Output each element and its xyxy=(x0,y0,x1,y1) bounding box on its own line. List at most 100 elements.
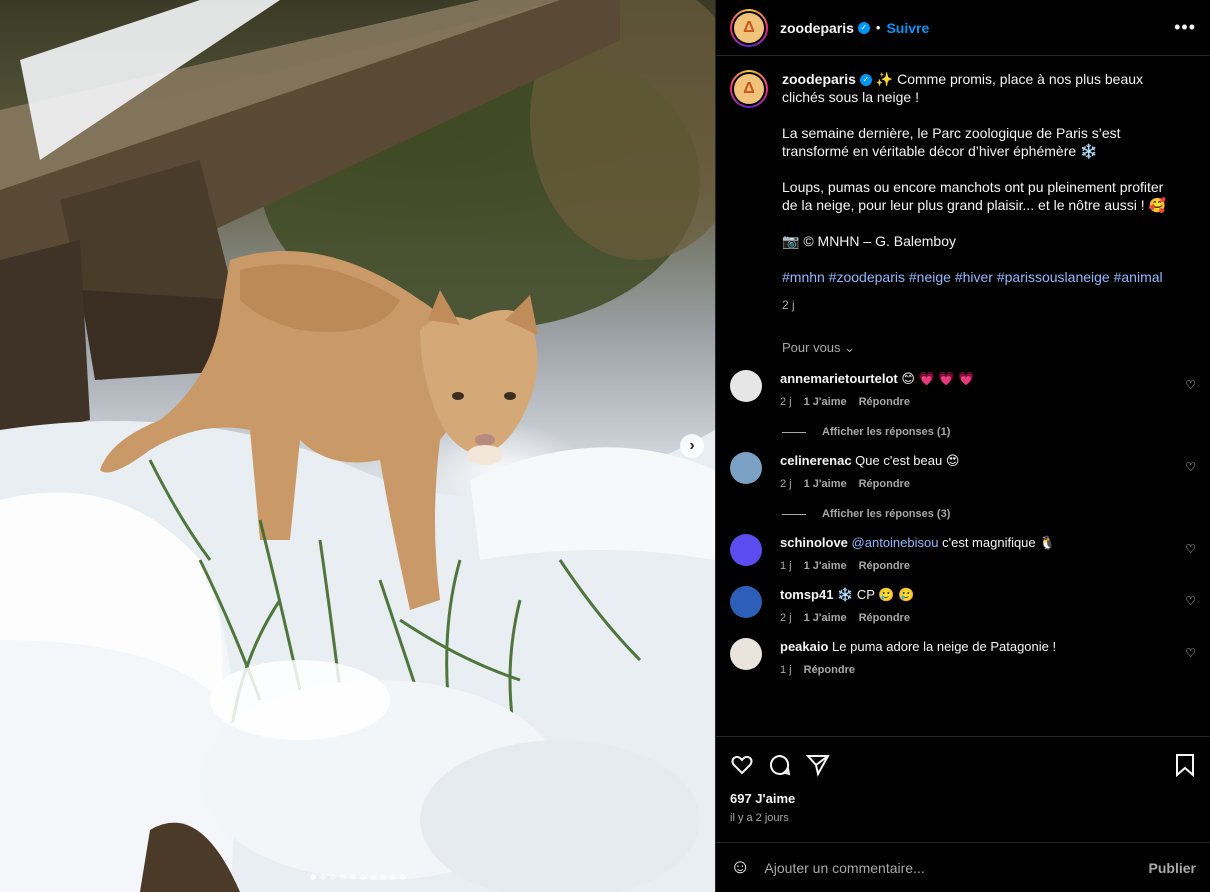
likes-count[interactable]: 697 J'aime xyxy=(730,791,1196,806)
comment-likes[interactable]: 1 J'aime xyxy=(804,612,847,624)
comment-text: ❄️ CP 🥲 🥲 xyxy=(837,587,915,602)
comment-username[interactable]: annemarietourtelot xyxy=(780,371,898,386)
verified-badge-icon: ✓ xyxy=(859,74,872,87)
post-header: Δ zoodeparis ✓ • Suivre ••• xyxy=(716,0,1210,56)
caption-hashtags: #mnhn #zoodeparis #neige #hiver #parisso… xyxy=(782,268,1182,286)
comment-time: 2 j xyxy=(780,396,792,408)
profile-avatar[interactable]: Δ xyxy=(730,8,768,47)
post-actions: 697 J'aime il y a 2 jours xyxy=(716,736,1210,842)
carousel-indicators xyxy=(0,874,715,880)
hashtag-link[interactable]: #parissouslaneige xyxy=(997,269,1110,285)
caption-username[interactable]: zoodeparis xyxy=(782,71,856,87)
hashtag-link[interactable]: #zoodeparis xyxy=(829,269,905,285)
more-options-icon[interactable]: ••• xyxy=(1174,17,1196,38)
comment-like-heart-icon[interactable]: ♡ xyxy=(1185,460,1196,474)
comment-like-heart-icon[interactable]: ♡ xyxy=(1185,594,1196,608)
zoo-logo-icon: Δ xyxy=(734,12,764,43)
comment-username[interactable]: peakaio xyxy=(780,639,828,654)
comment-input[interactable] xyxy=(764,859,1149,876)
carousel-dot xyxy=(309,874,316,880)
carousel-dot xyxy=(339,874,346,880)
hashtag-link[interactable]: #neige xyxy=(909,269,951,285)
carousel-dot xyxy=(329,874,336,880)
publish-button[interactable]: Publier xyxy=(1149,860,1196,876)
sort-dropdown[interactable]: Pour vous ⌄ xyxy=(782,340,1196,356)
comment-username[interactable]: schinolove xyxy=(780,535,848,550)
commenter-avatar[interactable] xyxy=(730,534,762,566)
post-modal: › Δ zoodeparis ✓ • Suivre ••• Δ zoodepar… xyxy=(0,0,1210,892)
comment-like-heart-icon[interactable]: ♡ xyxy=(1185,378,1196,392)
hashtag-link[interactable]: #mnhn xyxy=(782,269,825,285)
caption-line-4: 📷 © MNHN – G. Balemboy xyxy=(782,233,957,249)
commenter-avatar[interactable] xyxy=(730,452,762,484)
reply-button[interactable]: Répondre xyxy=(859,612,910,624)
view-replies-button[interactable]: Afficher les réponses (1) xyxy=(782,426,1196,438)
carousel-dot xyxy=(389,874,396,880)
comment-item: schinolove @antoinebisou c'est magnifiqu… xyxy=(730,534,1196,572)
comment-text: Que c'est beau 😍 xyxy=(855,453,960,468)
comment-time: 2 j xyxy=(780,478,792,490)
comment-time: 1 j xyxy=(780,560,792,572)
add-comment-bar: ☺ Publier xyxy=(716,842,1210,892)
view-replies-button[interactable]: Afficher les réponses (3) xyxy=(782,508,1196,520)
like-heart-icon[interactable] xyxy=(730,753,754,777)
commenter-avatar[interactable] xyxy=(730,586,762,618)
hashtag-link[interactable]: #hiver xyxy=(955,269,993,285)
comment-username[interactable]: tomsp41 xyxy=(780,587,833,602)
chevron-down-icon: ⌄ xyxy=(844,340,856,355)
comment-group: annemarietourtelot 😊 💗 💗 💗 2 j 1 J'aime … xyxy=(730,370,1196,438)
sort-label: Pour vous xyxy=(782,340,841,355)
puma-snow-photo xyxy=(0,0,715,892)
zoo-logo-icon: Δ xyxy=(734,74,764,104)
header-username[interactable]: zoodeparis xyxy=(780,20,854,36)
comment-time: 2 j xyxy=(780,612,792,624)
commenter-avatar[interactable] xyxy=(730,638,762,670)
comment-likes[interactable]: 1 J'aime xyxy=(804,396,847,408)
comment-bubble-icon[interactable] xyxy=(768,753,792,777)
comment-username[interactable]: celinerenac xyxy=(780,453,852,468)
divider-line xyxy=(782,513,806,515)
comment-mention[interactable]: @antoinebisou xyxy=(852,535,939,550)
post-photo[interactable]: › xyxy=(0,0,715,892)
caption-avatar[interactable]: Δ xyxy=(730,70,768,108)
comment-likes[interactable]: 1 J'aime xyxy=(804,478,847,490)
share-icon[interactable] xyxy=(806,753,830,777)
separator-dot: • xyxy=(875,20,881,35)
reply-button[interactable]: Répondre xyxy=(804,664,855,676)
comment-text: c'est magnifique 🐧 xyxy=(942,535,1056,550)
comment-group: schinolove @antoinebisou c'est magnifiqu… xyxy=(730,534,1196,572)
comment-time: 1 j xyxy=(780,664,792,676)
posted-ago: il y a 2 jours xyxy=(730,812,789,824)
comment-item: tomsp41 ❄️ CP 🥲 🥲 2 j 1 J'aime Répondre … xyxy=(730,586,1196,624)
comments-scroll-area[interactable]: Δ zoodeparis ✓ ✨ Comme promis, place à no… xyxy=(716,56,1210,736)
comment-item: peakaio Le puma adore la neige de Patago… xyxy=(730,638,1196,676)
comment-text: Le puma adore la neige de Patagonie ! xyxy=(832,639,1057,654)
carousel-dot xyxy=(369,874,376,880)
caption-line-2: La semaine dernière, le Parc zoologique … xyxy=(782,125,1121,159)
caption-time: 2 j xyxy=(782,298,795,312)
comment-like-heart-icon[interactable]: ♡ xyxy=(1185,646,1196,660)
reply-button[interactable]: Répondre xyxy=(859,478,910,490)
carousel-dot xyxy=(359,874,366,880)
reply-button[interactable]: Répondre xyxy=(859,560,910,572)
hashtag-link[interactable]: #animal xyxy=(1114,269,1163,285)
emoji-picker-icon[interactable]: ☺ xyxy=(730,856,750,879)
commenter-avatar[interactable] xyxy=(730,370,762,402)
caption: Δ zoodeparis ✓ ✨ Comme promis, place à no… xyxy=(730,70,1196,314)
carousel-dot xyxy=(349,874,356,880)
comment-group: peakaio Le puma adore la neige de Patago… xyxy=(730,638,1196,676)
comment-like-heart-icon[interactable]: ♡ xyxy=(1185,542,1196,556)
comment-group: tomsp41 ❄️ CP 🥲 🥲 2 j 1 J'aime Répondre … xyxy=(730,586,1196,624)
comment-likes[interactable]: 1 J'aime xyxy=(804,560,847,572)
bookmark-icon[interactable] xyxy=(1174,753,1196,777)
divider-line xyxy=(782,431,806,433)
comment-text: 😊 💗 💗 💗 xyxy=(901,371,975,386)
follow-button[interactable]: Suivre xyxy=(886,20,929,36)
next-slide-button[interactable]: › xyxy=(680,434,704,458)
comments-list: annemarietourtelot 😊 💗 💗 💗 2 j 1 J'aime … xyxy=(730,370,1196,676)
reply-button[interactable]: Répondre xyxy=(859,396,910,408)
comment-item: annemarietourtelot 😊 💗 💗 💗 2 j 1 J'aime … xyxy=(730,370,1196,408)
caption-line-3: Loups, pumas ou encore manchots ont pu p… xyxy=(782,179,1166,213)
comment-group: celinerenac Que c'est beau 😍 2 j 1 J'aim… xyxy=(730,452,1196,520)
view-replies-label: Afficher les réponses (3) xyxy=(822,508,951,520)
